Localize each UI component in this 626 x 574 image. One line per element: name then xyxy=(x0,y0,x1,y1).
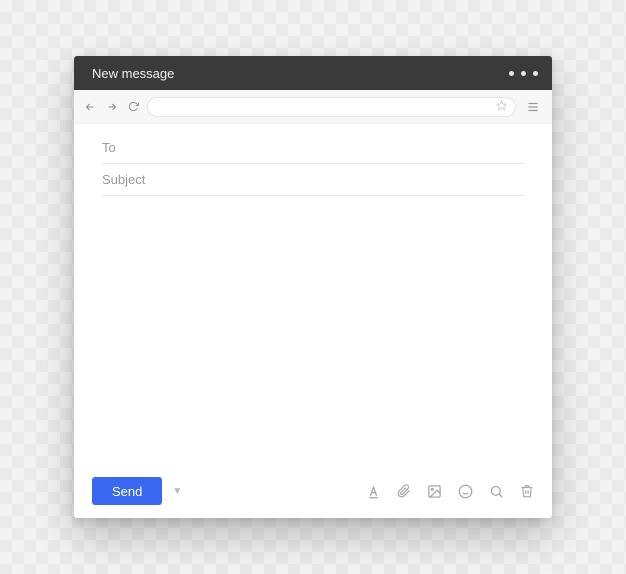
footer: Send ▼ xyxy=(74,470,552,518)
window-title: New message xyxy=(92,66,174,81)
compose-window: New message xyxy=(74,56,552,518)
message-body[interactable] xyxy=(74,196,552,470)
forward-icon[interactable] xyxy=(106,101,118,113)
back-icon[interactable] xyxy=(84,101,96,113)
trash-icon[interactable] xyxy=(520,484,534,498)
search-icon[interactable] xyxy=(489,484,504,499)
emoji-icon[interactable] xyxy=(458,484,473,499)
browser-toolbar xyxy=(74,90,552,124)
to-row xyxy=(102,132,524,164)
menu-icon[interactable] xyxy=(524,100,542,114)
send-options-dropdown[interactable]: ▼ xyxy=(172,486,182,497)
address-bar[interactable] xyxy=(147,97,516,117)
titlebar: New message xyxy=(74,56,552,90)
window-controls[interactable] xyxy=(509,71,538,76)
dot-icon xyxy=(521,71,526,76)
dot-icon xyxy=(509,71,514,76)
image-icon[interactable] xyxy=(427,484,442,499)
text-format-icon[interactable] xyxy=(366,484,381,499)
to-input[interactable] xyxy=(102,140,524,155)
dot-icon xyxy=(533,71,538,76)
subject-input[interactable] xyxy=(102,172,524,187)
star-icon[interactable] xyxy=(496,98,507,116)
subject-row xyxy=(102,164,524,196)
header-fields xyxy=(74,124,552,196)
compose-tools xyxy=(366,484,534,499)
attach-icon[interactable] xyxy=(397,484,411,498)
send-button[interactable]: Send xyxy=(92,477,162,505)
reload-icon[interactable] xyxy=(128,101,139,112)
